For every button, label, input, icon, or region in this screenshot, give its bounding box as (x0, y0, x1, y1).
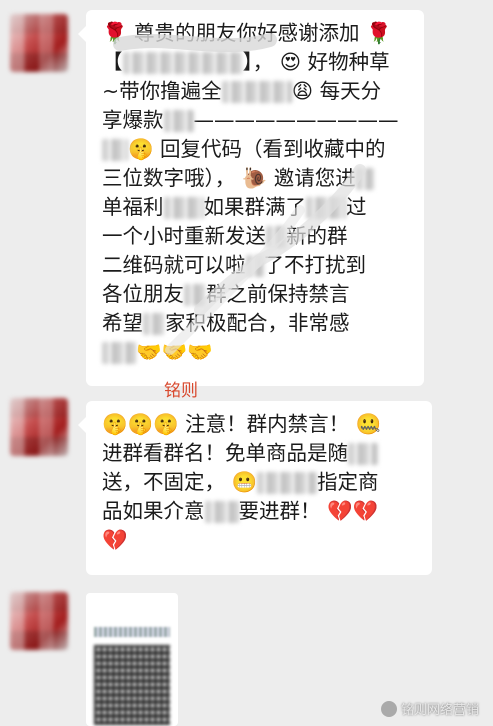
message-line: 一个小时重新发送 新的群 (102, 224, 348, 248)
message-line: 品如果介意 要进群！ 💔💔 (102, 499, 379, 523)
qr-code-icon (94, 645, 170, 725)
redacted-text (355, 168, 374, 190)
redacted-text (204, 501, 239, 523)
message-bubble-welcome[interactable]: 🌹 尊贵的朋友你好感谢添加 🌹 【】， 😍 好物种草 ~带你撸遍全 😩 每天分 享… (78, 10, 424, 386)
message-line: 三位数字哦）， 🐌 邀请您进 (102, 164, 410, 193)
redacted-text (348, 443, 378, 465)
wechat-account-icon (380, 700, 397, 717)
message-line: 送，不固定， 😬 指定商 (102, 470, 379, 494)
redacted-text (102, 139, 128, 161)
message-line: 🤫 回复代码（看到收藏中的 (102, 135, 410, 164)
redacted-text (163, 197, 204, 219)
redacted-text (266, 226, 286, 248)
sender-name: 铭则 (164, 381, 198, 401)
avatar[interactable] (10, 592, 68, 650)
message-line: 享爆款 —————————— (102, 108, 399, 132)
avatar[interactable] (10, 14, 68, 72)
redacted-text (221, 81, 292, 103)
message-line: 二维码就可以啦 了不打扰到 (102, 253, 366, 277)
message-bubble-rules[interactable]: 🤫🤫🤫 注意！群内禁言！ 🤐 进群看群名！免单商品是随 送，不固定， 😬 指定商 … (78, 401, 432, 575)
redacted-text (245, 255, 264, 277)
redacted-text (184, 284, 206, 306)
message-line: 【】， 😍 好物种草 (102, 50, 390, 74)
message-line: 🌹 尊贵的朋友你好感谢添加 🌹 (102, 21, 392, 45)
qr-header-text (94, 627, 170, 637)
message-line: 🤫🤫🤫 注意！群内禁言！ 🤐 (102, 412, 382, 436)
avatar[interactable] (10, 398, 68, 456)
redacted-text (102, 342, 136, 364)
watermark: 铭则网络营销 (380, 699, 479, 718)
qr-code-image[interactable] (86, 593, 178, 726)
redacted-text (257, 472, 318, 494)
redacted-text (122, 52, 243, 74)
message-line: 希望 家积极配合，非常感 (102, 311, 350, 335)
watermark-text: 铭则网络营销 (400, 703, 479, 718)
message-line: 各位朋友 群之前保持禁言 (102, 282, 350, 306)
message-line: ~带你撸遍全 😩 每天分 (102, 79, 382, 103)
message-line: 💔 (102, 528, 128, 552)
message-line: 🤝🤝🤝 (102, 338, 410, 367)
redacted-text (143, 313, 165, 335)
redacted-text (306, 197, 346, 219)
redacted-text (163, 110, 194, 132)
message-line: 单福利 如果群满了过 (102, 195, 367, 219)
message-line: 进群看群名！免单商品是随 (102, 439, 418, 468)
